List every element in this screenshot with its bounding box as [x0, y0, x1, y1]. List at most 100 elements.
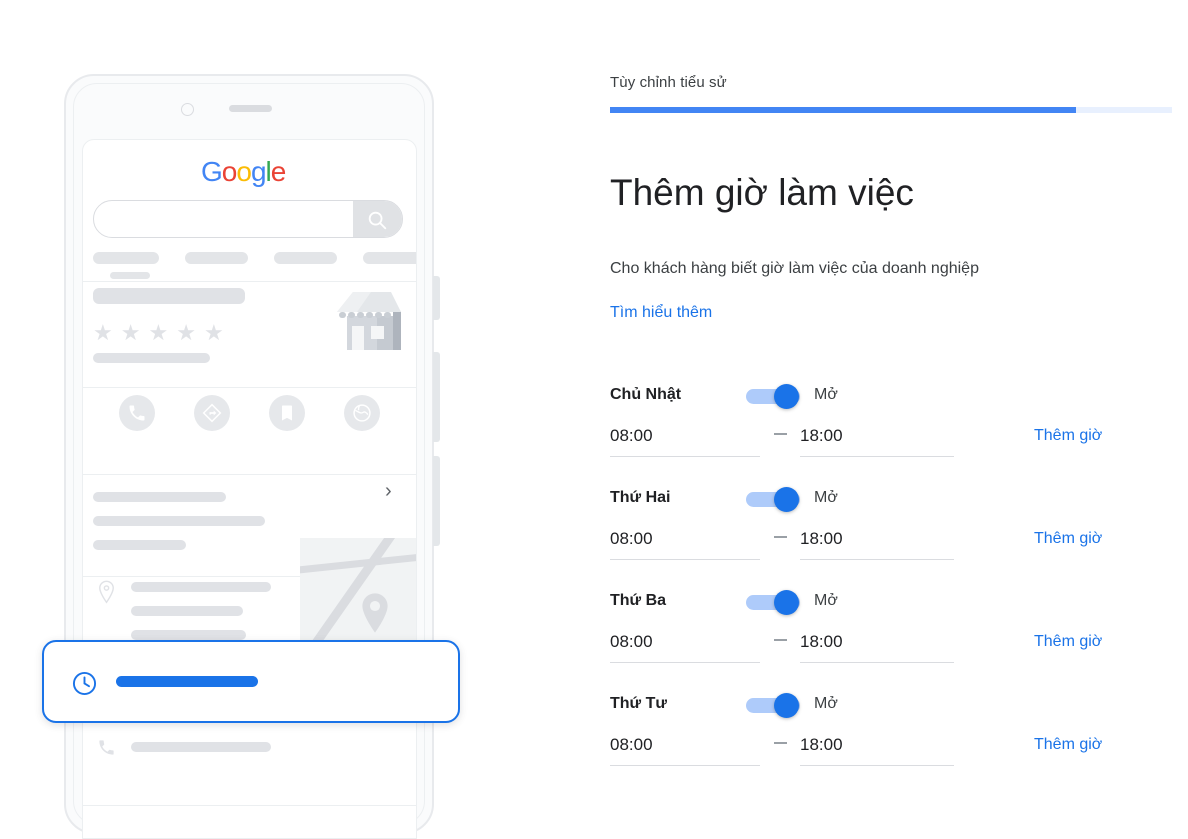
divider: [83, 281, 416, 282]
progress-bar: [610, 107, 1172, 113]
add-hours-link[interactable]: Thêm giờ: [1034, 633, 1102, 651]
map-pin-icon: [99, 580, 114, 604]
placeholder-line: [131, 742, 271, 752]
call-action-button[interactable]: [119, 395, 155, 431]
filter-chip-row: [93, 252, 416, 266]
closing-time-input[interactable]: 18:00: [800, 629, 954, 663]
day-open-toggle[interactable]: [746, 384, 806, 409]
placeholder-line: [131, 606, 243, 616]
day-label: Thứ Ba: [610, 592, 667, 609]
add-hours-link[interactable]: Thêm giờ: [1034, 530, 1102, 548]
globe-icon: [353, 404, 371, 422]
logo-letter-o1: o: [221, 156, 238, 187]
closing-time-value: 18:00: [800, 529, 843, 548]
divider: [83, 387, 416, 388]
search-icon: [368, 211, 387, 230]
closing-time-input[interactable]: 18:00: [800, 526, 954, 560]
star-icon: ★: [203, 320, 224, 345]
placeholder-line: [131, 582, 271, 592]
divider: [83, 474, 416, 475]
add-hours-link[interactable]: Thêm giờ: [1034, 736, 1102, 754]
day-state-label: Mở: [814, 386, 838, 403]
placeholder-subtitle-bar: [93, 353, 210, 363]
page-subtitle: Cho khách hàng biết giờ làm việc của doa…: [610, 260, 979, 277]
filter-chip[interactable]: [93, 252, 159, 264]
day-row: Thứ Hai Mở 08:00 18:00 Thêm giờ: [610, 486, 1188, 589]
star-icon: ★: [176, 320, 196, 345]
map-road: [300, 552, 416, 575]
phone-icon: [129, 405, 145, 421]
save-action-button[interactable]: [269, 395, 305, 431]
day-open-toggle[interactable]: [746, 590, 806, 615]
add-hours-link[interactable]: Thêm giờ: [1034, 427, 1102, 445]
day-row: Thứ Tư Mở 08:00 18:00 Thêm giờ: [610, 692, 1188, 795]
opening-time-input[interactable]: 08:00: [610, 526, 760, 560]
time-range-separator: [774, 742, 787, 744]
closing-time-input[interactable]: 18:00: [800, 732, 954, 766]
day-open-toggle[interactable]: [746, 487, 806, 512]
business-hours-list: Chủ Nhật Mở 08:00 18:00 Thêm giờ Thứ Hai…: [610, 383, 1188, 795]
day-row: Chủ Nhật Mở 08:00 18:00 Thêm giờ: [610, 383, 1188, 486]
map-pin-icon: [362, 593, 388, 633]
placeholder-line: [93, 492, 226, 502]
learn-more-link[interactable]: Tìm hiểu thêm: [610, 304, 712, 322]
business-hours-highlight-card[interactable]: [42, 640, 460, 723]
day-label: Thứ Tư: [610, 695, 667, 712]
day-label: Thứ Hai: [610, 489, 671, 506]
opening-time-input[interactable]: 08:00: [610, 423, 760, 457]
storefront-icon: [337, 292, 401, 350]
opening-time-input[interactable]: 08:00: [610, 732, 760, 766]
bookmark-icon: [282, 405, 292, 421]
toast-placeholder-bar: [116, 676, 258, 687]
onboarding-illustration: Google ★ ★ ★ ★ ★ ›: [0, 0, 560, 839]
logo-letter-e: e: [270, 156, 287, 187]
phone-side-button: [433, 276, 440, 320]
directions-action-button[interactable]: [194, 395, 230, 431]
filter-chip[interactable]: [274, 252, 337, 264]
opening-time-value: 08:00: [610, 529, 653, 548]
website-action-button[interactable]: [344, 395, 380, 431]
closing-time-value: 18:00: [800, 426, 843, 445]
filter-chip[interactable]: [363, 252, 416, 264]
rating-stars: ★ ★ ★ ★ ★: [93, 322, 232, 345]
setup-panel: Tùy chỉnh tiểu sử Thêm giờ làm việc Cho …: [610, 0, 1188, 782]
clock-icon: [72, 671, 97, 696]
day-state-label: Mở: [814, 592, 838, 609]
opening-time-value: 08:00: [610, 735, 653, 754]
chevron-right-icon[interactable]: ›: [385, 480, 392, 503]
toggle-knob: [774, 590, 799, 615]
toggle-knob: [774, 384, 799, 409]
phone-icon: [99, 740, 114, 755]
time-range-separator: [774, 639, 787, 641]
opening-time-value: 08:00: [610, 426, 653, 445]
day-label: Chủ Nhật: [610, 386, 682, 403]
closing-time-input[interactable]: 18:00: [800, 423, 954, 457]
placeholder-line: [93, 516, 265, 526]
opening-time-value: 08:00: [610, 632, 653, 651]
active-chip-indicator: [110, 272, 150, 279]
closing-time-value: 18:00: [800, 632, 843, 651]
directions-icon: [202, 403, 222, 423]
divider: [83, 805, 416, 806]
placeholder-line: [131, 630, 246, 640]
star-icon: ★: [148, 320, 169, 345]
placeholder-line: [93, 540, 186, 550]
closing-time-value: 18:00: [800, 735, 843, 754]
filter-chip[interactable]: [185, 252, 248, 264]
search-input[interactable]: [93, 200, 403, 238]
day-open-toggle[interactable]: [746, 693, 806, 718]
time-range-separator: [774, 433, 787, 435]
page-title: Thêm giờ làm việc: [610, 172, 914, 213]
toggle-knob: [774, 693, 799, 718]
opening-time-input[interactable]: 08:00: [610, 629, 760, 663]
logo-letter-g2: g: [250, 156, 267, 187]
day-state-label: Mở: [814, 489, 838, 506]
day-row: Thứ Ba Mở 08:00 18:00 Thêm giờ: [610, 589, 1188, 692]
progress-bar-fill: [610, 107, 1077, 113]
placeholder-title-bar: [93, 288, 245, 304]
star-icon: ★: [120, 320, 141, 345]
phone-screen: Google ★ ★ ★ ★ ★ ›: [82, 139, 417, 839]
logo-letter-o2: o: [236, 156, 252, 187]
day-state-label: Mở: [814, 695, 838, 712]
search-button[interactable]: [353, 201, 402, 237]
